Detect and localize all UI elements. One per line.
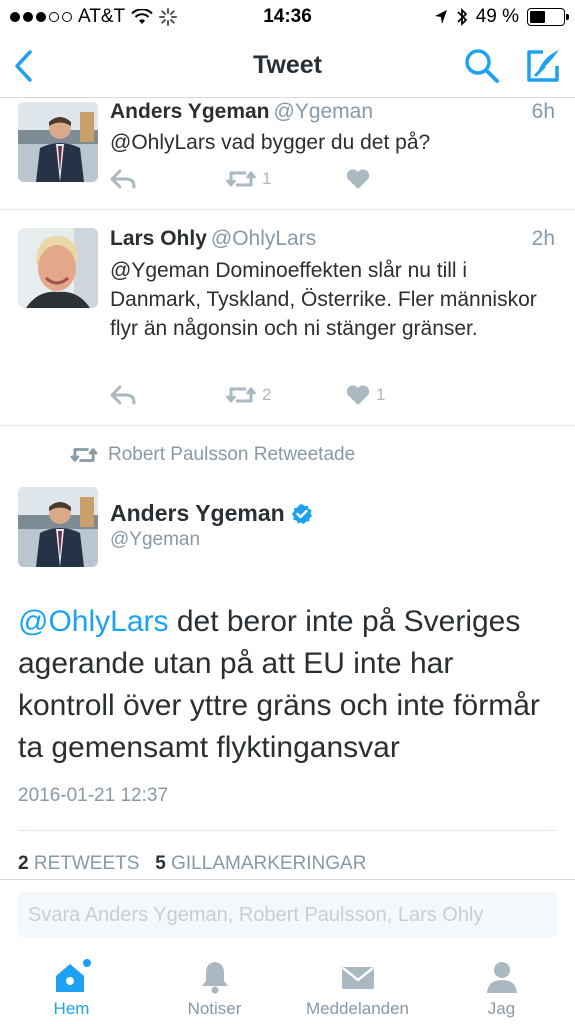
battery-icon: [527, 8, 569, 26]
main-author-name[interactable]: Anders Ygeman: [110, 500, 285, 527]
retweet-button[interactable]: 2: [226, 384, 271, 406]
tweet-timestamp: 2016-01-21 12:37: [18, 785, 169, 806]
heart-icon: [346, 169, 370, 189]
divider: [18, 830, 557, 831]
retweet-button[interactable]: 1: [226, 168, 271, 190]
main-author-name-row[interactable]: Anders Ygeman: [110, 500, 313, 527]
reply-arrow-icon: [110, 385, 136, 405]
tweet-text: @OhlyLars vad bygger du det på?: [110, 131, 431, 154]
tweet-text: @Ygeman Dominoeffekten slår nu till i Da…: [110, 259, 537, 340]
like-count: 1: [376, 385, 386, 404]
search-icon[interactable]: [463, 47, 501, 85]
tab-label: Notiser: [187, 999, 242, 1018]
tweet-time: 2h: [531, 227, 555, 250]
author-name[interactable]: Anders Ygeman: [110, 100, 270, 123]
author-handle[interactable]: @OhlyLars: [211, 227, 316, 250]
like-button[interactable]: [346, 168, 376, 190]
main-author-handle[interactable]: @Ygeman: [110, 529, 200, 551]
tab-label: Meddelanden: [305, 999, 410, 1018]
compose-tweet-icon[interactable]: [523, 46, 563, 86]
tab-home[interactable]: Hem: [0, 959, 143, 1019]
status-right: 49 %: [434, 6, 569, 28]
tweet-time: 6h: [531, 100, 555, 123]
tab-messages[interactable]: Meddelanden: [286, 959, 429, 1019]
reply-arrow-icon: [110, 169, 136, 189]
tab-label: Jag: [487, 999, 516, 1018]
verified-badge-icon: [291, 503, 312, 524]
likes-label: GILLAMARKERINGAR: [171, 853, 367, 874]
tweet-actions: 1: [110, 168, 410, 198]
retweet-icon: [70, 448, 98, 462]
battery-percent: 49 %: [475, 6, 519, 27]
bluetooth-icon: [457, 7, 467, 27]
tab-label: Hem: [53, 999, 90, 1018]
person-icon: [486, 962, 517, 993]
author-handle[interactable]: @Ygeman: [274, 100, 374, 123]
reply-button[interactable]: [110, 168, 136, 190]
retweet-count: 1: [262, 169, 272, 188]
tab-bar: Hem Notiser Meddelanden Jag: [0, 951, 575, 1024]
mention-link[interactable]: @OhlyLars: [18, 605, 169, 638]
retweeted-by-text: Robert Paulsson Retweetade: [108, 444, 356, 465]
bell-icon: [201, 962, 228, 994]
avatar[interactable]: [18, 102, 98, 182]
reply-input[interactable]: [18, 892, 557, 938]
avatar[interactable]: [18, 228, 98, 308]
status-bar: AT&T 14:36 49 %: [0, 0, 575, 34]
retweets-stat[interactable]: 2 RETWEETS: [18, 853, 139, 874]
heart-icon: [346, 385, 370, 405]
envelope-icon: [341, 967, 374, 989]
reply-bar: [0, 879, 575, 951]
likes-stat[interactable]: 5 GILLAMARKERINGAR: [155, 853, 366, 874]
nav-bar: Tweet: [0, 34, 575, 98]
like-button[interactable]: 1: [346, 384, 385, 406]
location-arrow-icon: [434, 10, 447, 24]
tweet-stats: 2 RETWEETS 5 GILLAMARKERINGAR: [18, 853, 366, 875]
reply-button[interactable]: [110, 384, 136, 406]
reply-tweet[interactable]: Anders Ygeman @Ygeman 6h @OhlyLars vad by…: [0, 98, 575, 210]
tab-notifications[interactable]: Notiser: [143, 959, 286, 1019]
likes-count: 5: [155, 853, 166, 874]
reply-tweet[interactable]: Lars Ohly @OhlyLars 2h @Ygeman Dominoeffe…: [0, 210, 575, 426]
retweets-count: 2: [18, 853, 29, 874]
home-icon: [55, 959, 91, 992]
main-author-avatar[interactable]: [18, 487, 98, 567]
author-name[interactable]: Lars Ohly: [110, 227, 207, 250]
retweet-count: 2: [262, 385, 272, 404]
main-tweet-text: @OhlyLars det beror inte på Sveriges age…: [18, 601, 555, 769]
tweet-actions: 2 1: [110, 384, 410, 414]
retweets-label: RETWEETS: [33, 853, 140, 874]
retweeted-by-line[interactable]: Robert Paulsson Retweetade: [70, 444, 355, 466]
retweet-icon: [226, 171, 256, 187]
tab-me[interactable]: Jag: [430, 959, 573, 1019]
retweet-icon: [226, 387, 256, 403]
